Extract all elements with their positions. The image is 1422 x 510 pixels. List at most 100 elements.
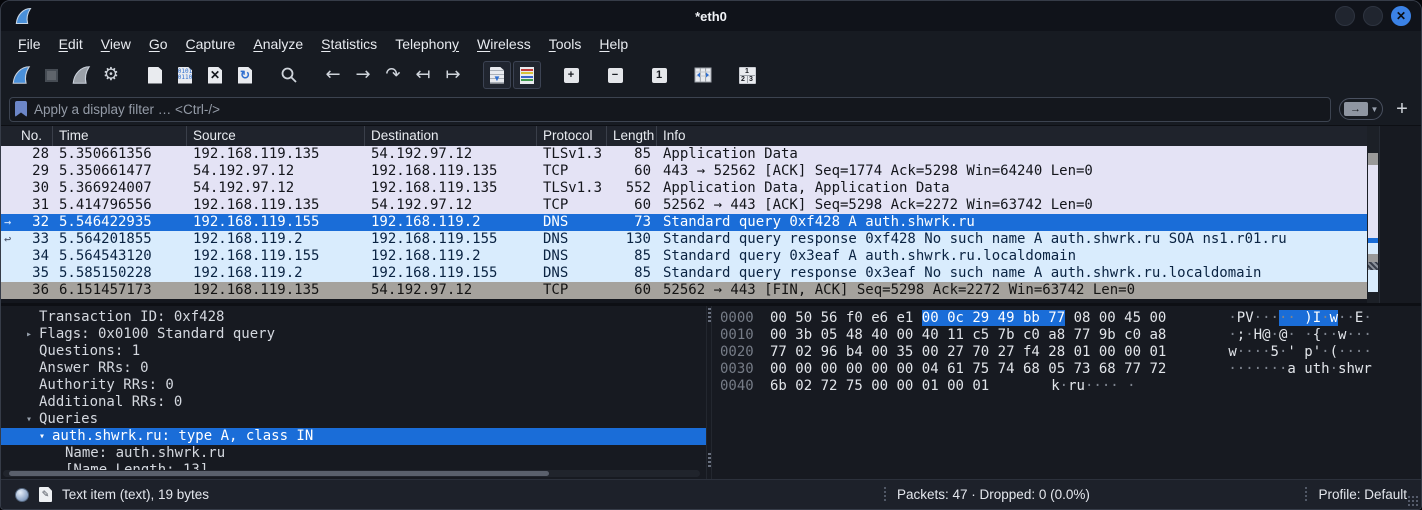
wireshark-window: *eth0 ✕ FileEditViewGoCaptureAnalyzeStat…	[0, 0, 1422, 510]
packet-list-body: 285.350661356192.168.119.13554.192.97.12…	[1, 146, 1367, 303]
detail-row[interactable]: Questions: 1	[1, 343, 706, 360]
minimize-button[interactable]	[1335, 6, 1355, 26]
packet-list: No.TimeSourceDestinationProtocolLengthIn…	[1, 126, 1421, 303]
capture-comment-icon[interactable]: ✎	[39, 487, 52, 502]
menu-go[interactable]: Go	[140, 36, 177, 52]
titlebar: *eth0 ✕	[1, 1, 1421, 31]
reload-file-button[interactable]: ↻	[231, 61, 259, 89]
expander-down-icon[interactable]: ▾	[26, 411, 32, 428]
expert-info-icon[interactable]	[15, 488, 29, 502]
vertical-splitter[interactable]	[706, 306, 712, 479]
zoom-out-button[interactable]: −	[601, 61, 629, 89]
chevron-down-icon: ▼	[1371, 105, 1379, 114]
filter-apply-button[interactable]: → ▼	[1339, 98, 1383, 120]
packet-row-36[interactable]: 366.151457173192.168.119.13554.192.97.12…	[1, 282, 1367, 299]
packet-row-35[interactable]: 355.585150228192.168.119.2192.168.119.15…	[1, 265, 1367, 282]
save-file-button[interactable]: 01010110	[171, 61, 199, 89]
detail-row[interactable]: Name: auth.shwrk.ru	[1, 445, 706, 462]
packet-row-33[interactable]: ↩335.564201855192.168.119.2192.168.119.1…	[1, 231, 1367, 248]
zoom-100-button[interactable]: 1	[645, 61, 673, 89]
hex-row[interactable]: 000000 50 56 f0 e6 e1 00 0c 29 49 bb 77 …	[720, 310, 1421, 327]
column-header-source[interactable]: Source	[187, 126, 365, 146]
statusbar-separator	[1304, 487, 1308, 503]
find-packet-button[interactable]	[275, 61, 303, 89]
menu-tools[interactable]: Tools	[540, 36, 591, 52]
packet-row-31[interactable]: 315.414796556192.168.119.13554.192.97.12…	[1, 197, 1367, 214]
colorize-button[interactable]	[513, 61, 541, 89]
display-filter-input[interactable]	[34, 102, 1330, 117]
go-first-packet-button[interactable]: ↤	[409, 61, 437, 89]
add-filter-button[interactable]: +	[1391, 98, 1413, 120]
menu-help[interactable]: Help	[590, 36, 637, 52]
close-button[interactable]: ✕	[1391, 6, 1411, 26]
statusbar-separator	[883, 487, 887, 503]
hex-row[interactable]: 001000 3b 05 48 40 00 40 11 c5 7b c0 a8 …	[720, 327, 1421, 344]
column-header-time[interactable]: Time	[53, 126, 187, 146]
response-arrow-icon: ↩	[4, 231, 11, 248]
layout-button[interactable]: 123	[733, 61, 761, 89]
column-header-info[interactable]: Info	[657, 126, 1367, 146]
packet-list-gutter	[1379, 126, 1421, 303]
open-file-button[interactable]	[141, 61, 169, 89]
go-back-button[interactable]: ←	[319, 61, 347, 89]
packet-row-34[interactable]: 345.564543120192.168.119.155192.168.119.…	[1, 248, 1367, 265]
go-forward-button[interactable]: →	[349, 61, 377, 89]
zoom-in-button[interactable]: +	[557, 61, 585, 89]
packet-row-30[interactable]: 305.36692400754.192.97.12192.168.119.135…	[1, 180, 1367, 197]
menu-file[interactable]: File	[9, 36, 50, 52]
expander-right-icon[interactable]: ▸	[26, 326, 32, 343]
packet-row-28[interactable]: 285.350661356192.168.119.13554.192.97.12…	[1, 146, 1367, 163]
menu-analyze[interactable]: Analyze	[244, 36, 312, 52]
menu-telephony[interactable]: Telephony	[386, 36, 468, 52]
hex-row[interactable]: 002077 02 96 b4 00 35 00 27 70 27 f4 28 …	[720, 344, 1421, 361]
display-filter-box[interactable]	[9, 97, 1331, 122]
hex-row[interactable]: 003000 00 00 00 00 00 04 61 75 74 68 05 …	[720, 361, 1421, 378]
column-header-destination[interactable]: Destination	[365, 126, 537, 146]
close-file-button[interactable]: ✕	[201, 61, 229, 89]
detail-row[interactable]: Answer RRs: 0	[1, 360, 706, 377]
detail-row[interactable]: Authority RRs: 0	[1, 377, 706, 394]
request-arrow-icon: →	[4, 214, 11, 231]
detail-row[interactable]: Transaction ID: 0xf428	[1, 309, 706, 326]
status-bar: ✎ Text item (text), 19 bytes Packets: 47…	[1, 479, 1421, 509]
menu-statistics[interactable]: Statistics	[312, 36, 386, 52]
filter-bar: → ▼ +	[1, 93, 1421, 126]
details-horizontal-scrollbar[interactable]	[3, 470, 700, 477]
packet-row-32[interactable]: →325.546422935192.168.119.155192.168.119…	[1, 214, 1367, 231]
go-last-packet-button[interactable]: ↦	[439, 61, 467, 89]
maximize-button[interactable]	[1363, 6, 1383, 26]
go-to-packet-button[interactable]: ↷	[379, 61, 407, 89]
packet-row-29[interactable]: 295.35066147754.192.97.12192.168.119.135…	[1, 163, 1367, 180]
main-toolbar: ⚙ 01010110✕↻ ←→↷↤↦ ▼ +−1 123	[1, 57, 1421, 93]
restart-capture-button[interactable]	[67, 61, 95, 89]
column-header-no[interactable]: No.	[1, 126, 53, 146]
menu-edit[interactable]: Edit	[50, 36, 92, 52]
hex-row[interactable]: 00406b 02 72 75 00 00 01 00 01k·ru···· ·	[720, 378, 1421, 395]
resize-grip[interactable]	[1407, 495, 1419, 507]
detail-row[interactable]: ▸Flags: 0x0100 Standard query	[1, 326, 706, 343]
packet-count-text: Packets: 47 · Dropped: 0 (0.0%)	[897, 487, 1090, 502]
menu-view[interactable]: View	[92, 36, 140, 52]
profile-text[interactable]: Profile: Default	[1318, 487, 1407, 502]
auto-scroll-button[interactable]: ▼	[483, 61, 511, 89]
detail-row[interactable]: ▾Queries	[1, 411, 706, 428]
detail-row[interactable]: ▾auth.shwrk.ru: type A, class IN	[1, 428, 706, 445]
column-header-protocol[interactable]: Protocol	[537, 126, 607, 146]
packet-list-scrollbar[interactable]	[1367, 126, 1379, 303]
capture-options-button[interactable]: ⚙	[97, 61, 125, 89]
packet-bytes-pane: 000000 50 56 f0 e6 e1 00 0c 29 49 bb 77 …	[712, 306, 1421, 479]
packet-list-header: No.TimeSourceDestinationProtocolLengthIn…	[1, 126, 1367, 146]
menu-wireless[interactable]: Wireless	[468, 36, 540, 52]
start-capture-button[interactable]	[7, 61, 35, 89]
expander-down-icon[interactable]: ▾	[39, 428, 45, 445]
window-title: *eth0	[1, 9, 1421, 24]
column-header-length[interactable]: Length	[607, 126, 657, 146]
selection-status-text: Text item (text), 19 bytes	[62, 487, 209, 502]
filter-bookmark-icon[interactable]	[15, 101, 27, 117]
stop-capture-button[interactable]	[37, 61, 65, 89]
detail-row[interactable]: Additional RRs: 0	[1, 394, 706, 411]
resize-columns-button[interactable]	[689, 61, 717, 89]
menu-capture[interactable]: Capture	[177, 36, 245, 52]
menubar: FileEditViewGoCaptureAnalyzeStatisticsTe…	[1, 31, 1421, 57]
apply-arrow-icon: →	[1344, 102, 1368, 116]
